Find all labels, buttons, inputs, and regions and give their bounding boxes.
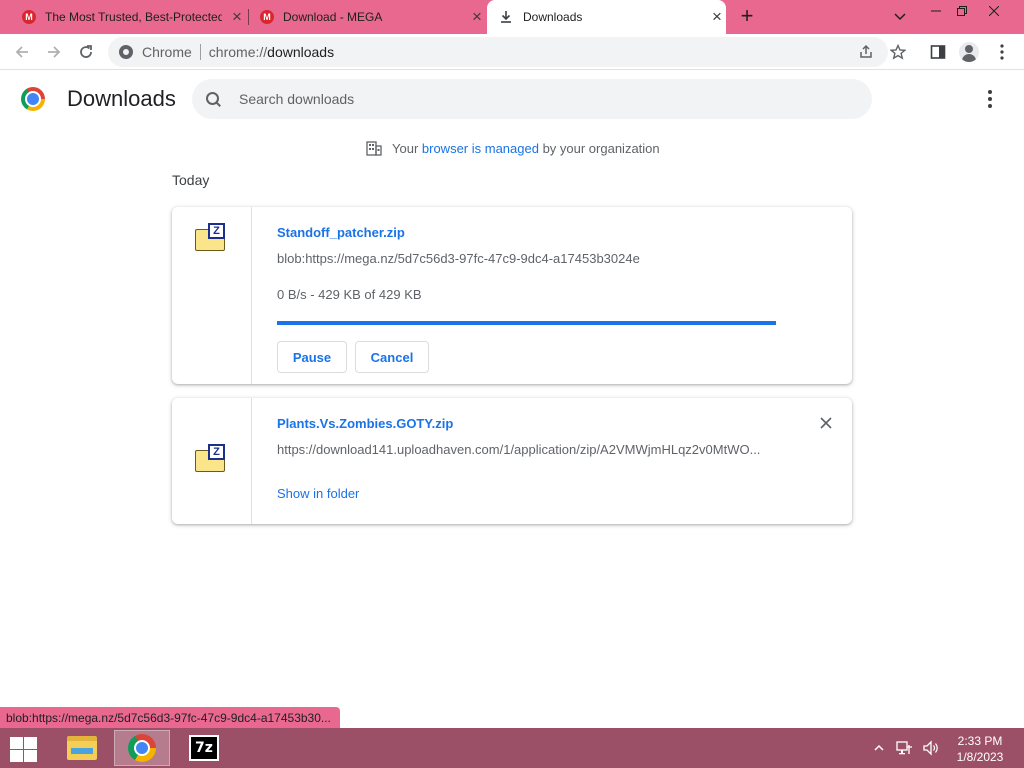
omnibox-scheme-label: Chrome: [142, 44, 192, 60]
tab-mega-home[interactable]: M The Most Trusted, Best-Protected ×: [14, 0, 246, 34]
tray-overflow-chevron-icon[interactable]: [874, 728, 884, 768]
more-actions-icon[interactable]: [980, 88, 1000, 110]
omnibox-url[interactable]: chrome://downloads: [209, 44, 334, 60]
address-bar[interactable]: Chrome chrome://downloads: [108, 37, 888, 67]
mega-favicon-icon: M: [260, 10, 274, 24]
7zip-icon: 7z: [189, 735, 219, 761]
clock-date: 1/8/2023: [956, 750, 1004, 764]
url-host: downloads: [267, 44, 335, 60]
share-icon[interactable]: [858, 44, 874, 60]
url-prefix: chrome://: [208, 44, 268, 60]
reload-icon[interactable]: [74, 40, 98, 64]
chrome-menu-icon[interactable]: [992, 42, 1012, 62]
taskbar-7zip[interactable]: 7z: [176, 730, 232, 766]
side-panel-icon[interactable]: [928, 42, 948, 62]
restore-icon[interactable]: [946, 0, 978, 22]
remove-from-list-icon[interactable]: [816, 413, 836, 433]
back-arrow-icon[interactable]: [10, 40, 34, 64]
windows-start-icon[interactable]: [8, 736, 38, 762]
tab-search-chevron-icon[interactable]: [884, 6, 916, 28]
date-section-header: Today: [172, 172, 210, 188]
progress-fill: [277, 321, 776, 325]
managed-prefix: Your: [392, 140, 422, 156]
new-tab-button[interactable]: +: [736, 5, 758, 28]
chrome-logo-icon: [21, 87, 45, 111]
tab-separator: [248, 9, 249, 25]
system-clock[interactable]: 2:33 PM 1/8/2023: [950, 733, 1010, 765]
file-icon-column: Z: [172, 398, 252, 524]
zip-file-icon: Z: [194, 223, 228, 253]
download-item: Z Standoff_patcher.zip blob:https://mega…: [172, 207, 852, 384]
file-explorer-icon: [67, 736, 97, 760]
search-input[interactable]: [239, 91, 839, 107]
building-icon: [366, 141, 382, 156]
omnibox-divider: [199, 44, 201, 60]
download-item: Z Plants.Vs.Zombies.GOTY.zip https://dow…: [172, 398, 852, 524]
window-close-icon[interactable]: [978, 0, 1010, 22]
chrome-icon: [128, 734, 156, 762]
download-status: 0 B/s - 429 KB of 429 KB: [277, 287, 422, 302]
search-icon: [205, 91, 221, 107]
file-icon-column: Z: [172, 207, 252, 384]
zip-file-icon: Z: [194, 444, 228, 474]
browser-toolbar: Chrome chrome://downloads: [0, 34, 1024, 70]
close-icon[interactable]: ×: [468, 7, 486, 26]
tab-title: The Most Trusted, Best-Protected: [45, 10, 222, 24]
download-filename-link[interactable]: Standoff_patcher.zip: [277, 225, 405, 240]
download-source-url[interactable]: blob:https://mega.nz/5d7c56d3-97fc-47c9-…: [277, 251, 640, 266]
cancel-button[interactable]: Cancel: [355, 341, 429, 373]
link-status-bubble: blob:https://mega.nz/5d7c56d3-97fc-47c9-…: [0, 707, 340, 728]
managed-suffix: by your organization: [538, 140, 660, 156]
tab-title: Downloads: [523, 10, 583, 24]
close-icon[interactable]: ×: [708, 7, 726, 26]
page-title: Downloads: [67, 86, 176, 111]
show-in-folder-link[interactable]: Show in folder: [277, 486, 359, 501]
browser-managed-link[interactable]: browser is managed: [422, 141, 539, 156]
tab-title: Download - MEGA: [283, 10, 383, 24]
windows-taskbar: 7z: [0, 728, 1024, 768]
download-icon: [501, 11, 511, 23]
download-source-url[interactable]: https://download141.uploadhaven.com/1/ap…: [277, 442, 760, 457]
volume-icon[interactable]: [922, 728, 940, 768]
close-icon[interactable]: ×: [228, 7, 246, 26]
forward-arrow-icon[interactable]: [42, 40, 66, 64]
tab-strip: M The Most Trusted, Best-Protected × M D…: [0, 0, 1024, 34]
tab-mega-download[interactable]: M Download - MEGA ×: [252, 0, 486, 34]
chrome-page-icon[interactable]: [119, 45, 133, 59]
download-filename-link[interactable]: Plants.Vs.Zombies.GOTY.zip: [277, 416, 453, 431]
mega-favicon-icon: M: [22, 10, 36, 24]
tab-downloads[interactable]: Downloads ×: [487, 0, 726, 34]
managed-browser-notice: Your browser is managed by your organiza…: [366, 140, 660, 156]
network-icon[interactable]: [896, 728, 914, 768]
clock-time: 2:33 PM: [957, 734, 1003, 748]
download-progress-bar: [277, 321, 776, 325]
pause-button[interactable]: Pause: [277, 341, 347, 373]
bookmark-star-icon[interactable]: [888, 42, 908, 62]
profile-avatar-icon[interactable]: [959, 42, 979, 62]
search-downloads-box[interactable]: [192, 79, 872, 119]
taskbar-file-explorer[interactable]: [54, 730, 110, 766]
taskbar-chrome[interactable]: [114, 730, 170, 766]
